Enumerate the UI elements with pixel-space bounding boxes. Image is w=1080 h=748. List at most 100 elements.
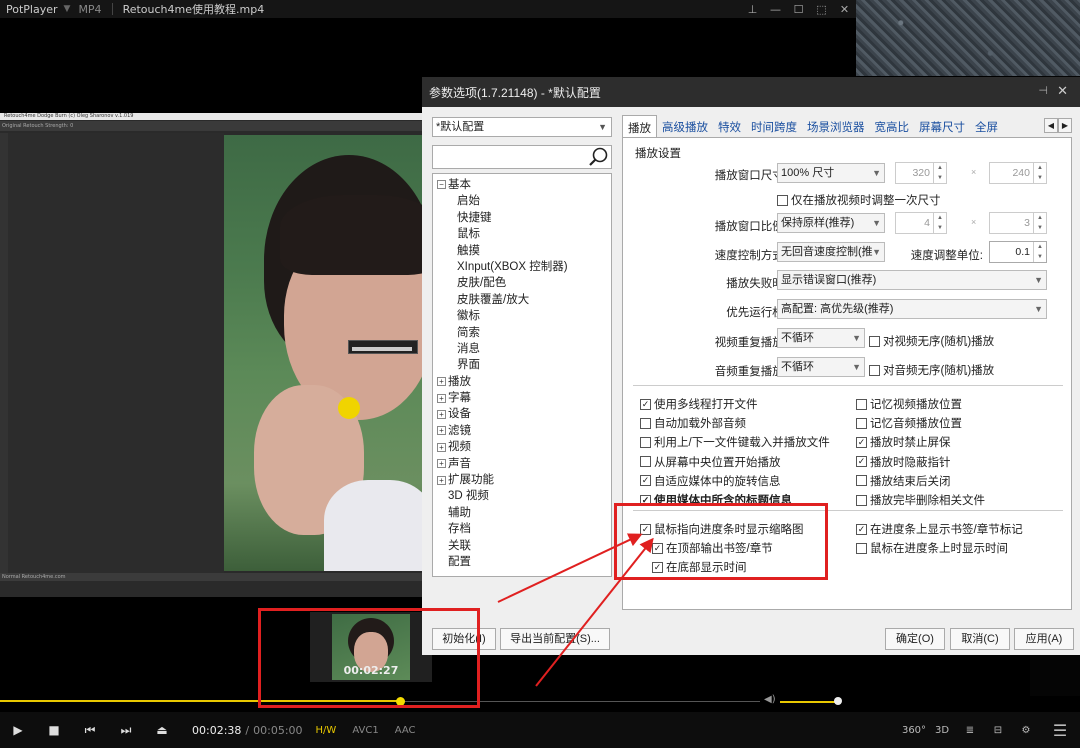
tree-item[interactable]: 徽标 — [433, 308, 611, 324]
tree-item[interactable]: 触摸 — [433, 243, 611, 259]
eject-icon[interactable]: ⏏ — [144, 712, 180, 748]
checkbox-box[interactable] — [856, 494, 867, 506]
tree-item[interactable]: − 基本 — [433, 177, 611, 193]
video-codec-badge[interactable]: AVC1 — [349, 725, 381, 736]
play-icon[interactable]: ▶ — [0, 712, 36, 748]
checkbox-box[interactable] — [856, 475, 867, 487]
export-config-button[interactable]: 导出当前配置(S)... — [500, 628, 610, 650]
dialog-pin-icon[interactable]: ⊣ — [1038, 84, 1048, 97]
expand-icon[interactable]: + — [437, 409, 446, 419]
tab-2[interactable]: 特效 — [713, 115, 746, 137]
tree-item[interactable]: 配置 — [433, 554, 611, 570]
tab-5[interactable]: 宽高比 — [870, 115, 915, 137]
close-icon[interactable]: ✕ — [833, 0, 856, 18]
speaker-icon[interactable]: ◀) — [764, 694, 776, 705]
3d-mode-icon[interactable]: 3D — [928, 725, 956, 736]
tab-0[interactable]: 播放 — [622, 115, 657, 137]
collapse-icon[interactable]: − — [437, 180, 446, 190]
hover-time-checkbox[interactable]: 鼠标在进度条上时显示时间 — [856, 540, 1008, 556]
window-size-select[interactable]: 100% 尺寸 ▼ — [777, 163, 885, 183]
tree-item[interactable]: + 播放 — [433, 374, 611, 390]
checkbox-box[interactable]: ✓ — [640, 398, 651, 410]
checkbox-box[interactable] — [869, 364, 880, 376]
ratio-select[interactable]: 保持原样(推荐) ▼ — [777, 213, 885, 233]
tree-item[interactable]: 关联 — [433, 538, 611, 554]
checkbox-box[interactable] — [640, 417, 651, 429]
fullscreen-icon[interactable]: ⬚ — [810, 0, 833, 18]
option-checkbox[interactable]: 播放结束后关闭 — [856, 473, 951, 489]
tree-item[interactable]: 快捷键 — [433, 210, 611, 226]
pin-icon[interactable]: ⊥ — [741, 0, 764, 18]
tree-item[interactable]: + 视频 — [433, 439, 611, 455]
apply-button[interactable]: 应用(A) — [1014, 628, 1074, 650]
app-menu-chevron-icon[interactable]: ▼ — [64, 4, 71, 14]
fail-select[interactable]: 显示错误窗口(推荐) ▼ — [777, 270, 1047, 290]
tree-item[interactable]: + 滤镜 — [433, 423, 611, 439]
tab-6[interactable]: 屏幕尺寸 — [914, 115, 970, 137]
video-repeat-select[interactable]: 不循环 ▼ — [777, 328, 865, 348]
settings-gear-icon[interactable]: ⚙ — [1012, 725, 1040, 736]
hw-decoder-badge[interactable]: H/W — [313, 725, 340, 736]
checkbox-box[interactable]: ✓ — [640, 475, 651, 487]
spin-arrows-icon[interactable]: ▲ ▼ — [1033, 242, 1046, 262]
expand-icon[interactable]: + — [437, 459, 446, 469]
checkbox-box[interactable] — [640, 436, 651, 448]
expand-icon[interactable]: + — [437, 442, 446, 452]
tree-item[interactable]: 3D 视频 — [433, 488, 611, 504]
volume-handle[interactable] — [834, 697, 842, 705]
tree-item[interactable]: + 声音 — [433, 456, 611, 472]
ok-button[interactable]: 确定(O) — [885, 628, 945, 650]
expand-icon[interactable]: + — [437, 393, 446, 403]
audio-repeat-select[interactable]: 不循环 ▼ — [777, 357, 865, 377]
tree-item[interactable]: XInput(XBOX 控制器) — [433, 259, 611, 275]
option-checkbox[interactable]: 记忆视频播放位置 — [856, 396, 962, 412]
speed-unit-input[interactable]: 0.1 ▲ ▼ — [989, 241, 1047, 263]
tab-7[interactable]: 全屏 — [970, 115, 1003, 137]
tree-item[interactable]: 启始 — [433, 193, 611, 209]
playlist-search-icon[interactable]: ≣ — [956, 725, 984, 736]
option-checkbox[interactable]: ✓ 播放时禁止屏保 — [856, 434, 951, 450]
tab-scroll-right-icon[interactable]: ▶ — [1058, 118, 1072, 133]
checkbox-box[interactable] — [856, 398, 867, 410]
option-checkbox[interactable]: 播放完毕删除相关文件 — [856, 492, 985, 508]
checkbox-box[interactable] — [777, 194, 788, 206]
video-random-checkbox[interactable]: 对视频无序(随机)播放 — [869, 333, 994, 349]
tree-item[interactable]: 界面 — [433, 357, 611, 373]
option-checkbox[interactable]: ✓ 播放时隐蔽指针 — [856, 454, 951, 470]
checkbox-box[interactable] — [856, 417, 867, 429]
tree-item[interactable]: 消息 — [433, 341, 611, 357]
volume-track[interactable] — [780, 701, 838, 703]
vr-360-icon[interactable]: 360° — [900, 725, 928, 736]
tree-item[interactable]: + 扩展功能 — [433, 472, 611, 488]
tab-scroll-left-icon[interactable]: ◀ — [1044, 118, 1058, 133]
menu-icon[interactable]: ☰ — [1040, 721, 1080, 740]
cancel-button[interactable]: 取消(C) — [950, 628, 1010, 650]
checkbox-box[interactable] — [869, 335, 880, 347]
tab-4[interactable]: 场景浏览器 — [802, 115, 870, 137]
checkbox-box[interactable] — [856, 542, 867, 554]
search-icon[interactable] — [587, 147, 609, 167]
stop-icon[interactable]: ■ — [36, 712, 72, 748]
priority-select[interactable]: 高配置: 高优先级(推荐) ▼ — [777, 299, 1047, 319]
expand-icon[interactable]: + — [437, 475, 446, 485]
app-name[interactable]: PotPlayer — [0, 3, 58, 16]
audio-codec-badge[interactable]: AAC — [392, 725, 419, 736]
adjust-once-checkbox[interactable]: 仅在播放视频时调整一次尺寸 — [777, 192, 941, 208]
audio-random-checkbox[interactable]: 对音频无序(随机)播放 — [869, 362, 994, 378]
tree-item[interactable]: 皮肤/配色 — [433, 275, 611, 291]
checkbox-box[interactable]: ✓ — [856, 436, 867, 448]
option-checkbox[interactable]: ✓ 自适应媒体中的旋转信息 — [640, 473, 781, 489]
tree-item[interactable]: 存档 — [433, 521, 611, 537]
option-checkbox[interactable]: 记忆音频播放位置 — [856, 415, 962, 431]
option-checkbox[interactable]: ✓ 使用多线程打开文件 — [640, 396, 758, 412]
option-checkbox[interactable]: 从屏幕中央位置开始播放 — [640, 454, 781, 470]
checkbox-box[interactable] — [640, 456, 651, 468]
minimize-icon[interactable]: — — [764, 0, 787, 18]
tab-3[interactable]: 时间跨度 — [746, 115, 802, 137]
chapter-icon[interactable]: ⊟ — [984, 725, 1012, 736]
expand-icon[interactable]: + — [437, 426, 446, 436]
tree-item[interactable]: + 设备 — [433, 406, 611, 422]
next-icon[interactable]: ⏭ — [108, 712, 144, 748]
tab-1[interactable]: 高级播放 — [657, 115, 713, 137]
previous-icon[interactable]: ⏮ — [72, 712, 108, 748]
